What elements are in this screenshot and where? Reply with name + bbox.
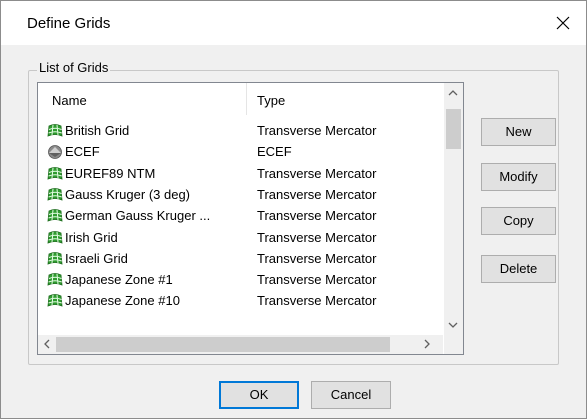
grid-icon — [46, 251, 64, 267]
grids-list[interactable]: Name Type British Grid Transverse Mercato… — [37, 82, 464, 355]
grid-type-cell: Transverse Mercator — [257, 293, 377, 309]
grid-icon — [46, 293, 64, 309]
scroll-left-icon[interactable] — [43, 339, 51, 351]
grid-name-cell: British Grid — [65, 123, 130, 138]
table-row[interactable]: ECEF ECEF — [38, 141, 443, 162]
grid-name-cell: Irish Grid — [65, 229, 118, 245]
grid-type-cell: ECEF — [257, 144, 292, 160]
scroll-right-icon[interactable] — [423, 339, 431, 351]
grid-type-cell: Transverse Mercator — [257, 186, 377, 202]
grid-type-cell: Transverse Mercator — [257, 229, 377, 245]
close-icon[interactable] — [540, 1, 586, 45]
grid-name-cell: ECEF — [65, 144, 100, 160]
table-row[interactable]: Irish Grid Transverse Mercator — [38, 227, 443, 248]
grid-type-cell: Transverse Mercator — [257, 165, 377, 181]
scroll-up-icon[interactable] — [448, 87, 458, 99]
grid-icon — [46, 123, 64, 139]
table-row[interactable]: EUREF89 NTM Transverse Mercator — [38, 163, 443, 184]
grid-type-cell: Transverse Mercator — [257, 250, 377, 266]
list-header: Name Type — [38, 83, 443, 115]
table-row[interactable]: Japanese Zone #1 Transverse Mercator — [38, 269, 443, 290]
table-row[interactable]: Japanese Zone #10 Transverse Mercator — [38, 290, 443, 311]
grid-name-cell: EUREF89 NTM — [65, 165, 156, 181]
ok-button[interactable]: OK — [219, 381, 299, 409]
group-label: List of Grids — [37, 60, 111, 75]
title-bar: Define Grids — [1, 1, 586, 45]
column-header-type[interactable]: Type — [257, 93, 285, 108]
dialog-title: Define Grids — [27, 15, 111, 32]
horizontal-scrollbar[interactable] — [38, 335, 443, 354]
grid-name-cell: Israeli Grid — [65, 250, 128, 266]
table-row[interactable]: Gauss Kruger (3 deg) Transverse Mercator — [38, 184, 443, 205]
cancel-button[interactable]: Cancel — [311, 381, 391, 409]
table-row[interactable]: German Gauss Kruger ... Transverse Mercat… — [38, 205, 443, 226]
column-header-name[interactable]: Name — [52, 93, 87, 108]
table-row[interactable]: British Grid Transverse Mercator — [38, 120, 443, 141]
modify-button[interactable]: Modify — [481, 163, 556, 191]
copy-button[interactable]: Copy — [481, 207, 556, 235]
grid-type-cell: Transverse Mercator — [257, 272, 377, 288]
grid-type-cell: Transverse Mercator — [257, 123, 377, 138]
horizontal-scroll-thumb[interactable] — [56, 337, 390, 352]
grid-icon — [46, 166, 64, 182]
grid-icon — [46, 230, 64, 246]
vertical-scroll-thumb[interactable] — [446, 109, 461, 149]
grid-icon — [46, 208, 64, 224]
globe-icon — [46, 144, 64, 160]
column-divider[interactable] — [246, 83, 247, 115]
define-grids-dialog: Define Grids List of Grids Name Type Bri… — [0, 0, 587, 419]
grid-icon — [46, 272, 64, 288]
grid-name-cell: Japanese Zone #10 — [65, 293, 180, 309]
scroll-corner — [444, 335, 463, 354]
grid-icon — [46, 187, 64, 203]
grid-type-cell: Transverse Mercator — [257, 208, 377, 224]
grid-name-cell: Japanese Zone #1 — [65, 272, 173, 288]
table-row[interactable]: Israeli Grid Transverse Mercator — [38, 248, 443, 269]
grid-name-cell: Gauss Kruger (3 deg) — [65, 186, 191, 202]
delete-button[interactable]: Delete — [481, 255, 556, 283]
scroll-down-icon[interactable] — [448, 319, 458, 331]
grid-name-cell: German Gauss Kruger ... — [65, 208, 211, 224]
new-button[interactable]: New — [481, 118, 556, 146]
vertical-scrollbar[interactable] — [444, 83, 463, 335]
